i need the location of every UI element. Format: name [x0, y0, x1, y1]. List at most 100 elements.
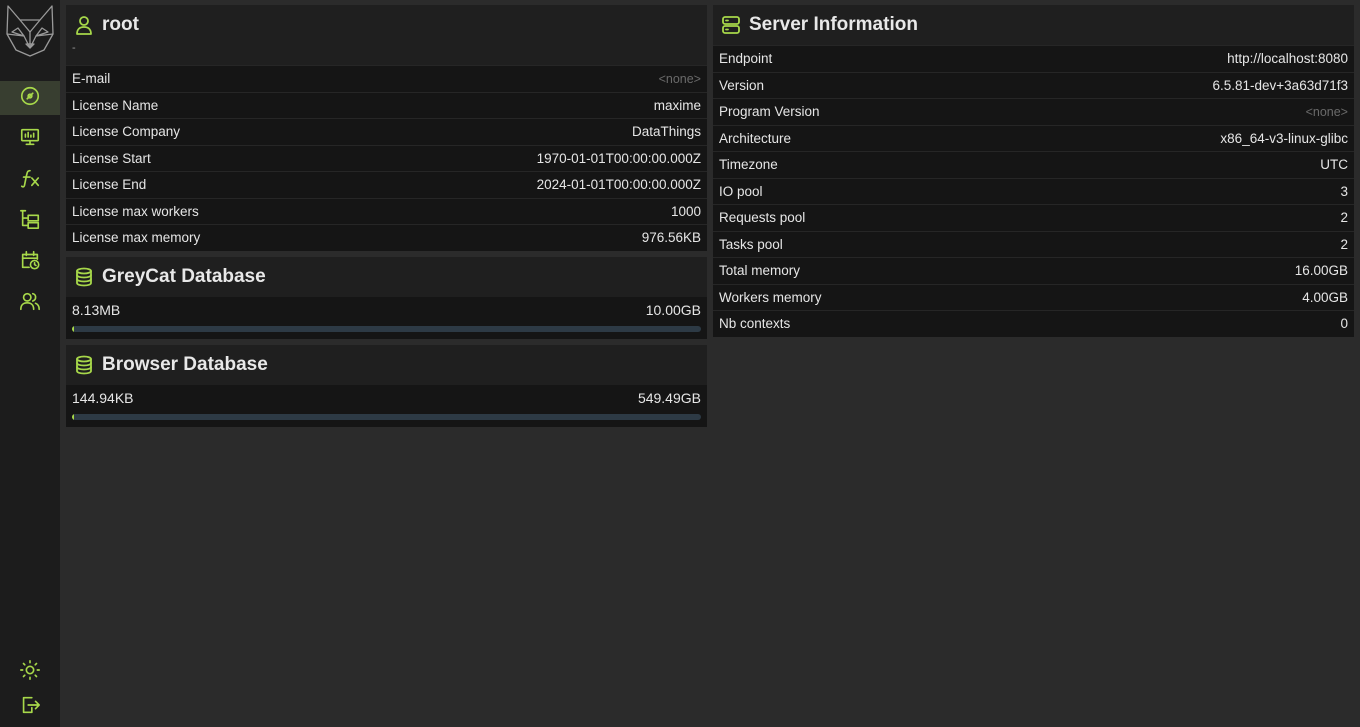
table-row: IO pool 3 [713, 177, 1354, 204]
user-card: root - E-mail <none> License Name maxime L… [66, 5, 707, 251]
row-label: Program Version [719, 104, 820, 120]
browser-db-used: 144.94KB [72, 390, 134, 406]
greycat-db-used: 8.13MB [72, 302, 121, 318]
row-label: License Start [72, 150, 151, 166]
nav-logout[interactable] [0, 690, 60, 724]
row-label: License Name [72, 97, 159, 113]
row-label: Requests pool [719, 210, 806, 226]
row-value: <none> [658, 71, 701, 86]
server-info-title: Server Information [749, 14, 918, 35]
nav-users[interactable] [0, 286, 60, 320]
row-label: License max workers [72, 203, 199, 219]
row-value: 0 [1340, 316, 1348, 332]
table-row: E-mail <none> [66, 65, 707, 92]
nav-scheduler[interactable] [0, 245, 60, 279]
function-icon [19, 167, 41, 194]
database-icon [74, 267, 94, 287]
browser-db-card: Browser Database 144.94KB 549.49GB [66, 345, 707, 427]
nav-monitor[interactable] [0, 122, 60, 156]
logout-icon [19, 694, 41, 721]
dashboard-icon [19, 85, 41, 112]
calendar-clock-icon [19, 249, 41, 276]
row-label: Total memory [719, 263, 801, 279]
row-value: <none> [1305, 104, 1348, 119]
tree-icon [19, 208, 41, 235]
user-info-table: E-mail <none> License Name maxime License … [66, 65, 707, 251]
table-row: Version 6.5.81-dev+3a63d71f3 [713, 71, 1354, 98]
user-name: root [102, 14, 139, 35]
row-label: Version [719, 77, 765, 93]
row-value: http://localhost:8080 [1227, 51, 1348, 67]
server-info-header: Server Information [713, 5, 1354, 45]
greycat-db-card: GreyCat Database 8.13MB 10.00GB [66, 257, 707, 339]
row-label: IO pool [719, 183, 763, 199]
table-row: Program Version <none> [713, 98, 1354, 125]
table-row: Timezone UTC [713, 151, 1354, 178]
row-label: Tasks pool [719, 236, 783, 252]
sidebar [0, 0, 60, 727]
browser-db-usage: 144.94KB 549.49GB [66, 385, 707, 427]
row-label: Workers memory [719, 289, 822, 305]
greycat-db-progress [72, 326, 701, 332]
table-row: License Name maxime [66, 91, 707, 118]
row-value: 2024-01-01T00:00:00.000Z [536, 177, 701, 193]
table-row: Workers memory 4.00GB [713, 283, 1354, 310]
greycat-db-progress-fill [72, 326, 74, 332]
row-label: License End [72, 177, 147, 193]
row-label: Nb contexts [719, 316, 791, 332]
table-row: Nb contexts 0 [713, 310, 1354, 337]
row-label: License max memory [72, 230, 201, 246]
row-value: 4.00GB [1302, 289, 1348, 305]
user-card-header: root [66, 5, 707, 45]
row-label: Timezone [719, 157, 778, 173]
monitor-icon [19, 126, 41, 153]
server-icon [721, 15, 741, 35]
nav-functions[interactable] [0, 163, 60, 197]
row-value: maxime [653, 97, 701, 113]
user-subtitle: - [72, 42, 76, 54]
table-row: License Start 1970-01-01T00:00:00.000Z [66, 144, 707, 171]
row-label: License Company [72, 124, 181, 140]
row-label: Endpoint [719, 51, 773, 67]
row-value: 976.56KB [641, 230, 701, 246]
table-row: Requests pool 2 [713, 204, 1354, 231]
user-icon [74, 15, 94, 35]
server-info-table: Endpoint http://localhost:8080 Version 6.5… [713, 45, 1354, 337]
sun-icon [19, 659, 41, 686]
database-icon [74, 355, 94, 375]
users-icon [19, 290, 41, 317]
browser-db-progress-fill [72, 414, 74, 420]
browser-db-header: Browser Database [66, 345, 707, 385]
row-value: 16.00GB [1294, 263, 1348, 279]
server-info-card: Server Information Endpoint http://localh… [713, 5, 1354, 337]
row-value: 6.5.81-dev+3a63d71f3 [1212, 77, 1349, 93]
table-row: Total memory 16.00GB [713, 257, 1354, 284]
table-row: License Company DataThings [66, 118, 707, 145]
greycat-db-header: GreyCat Database [66, 257, 707, 297]
table-row: License max workers 1000 [66, 197, 707, 224]
row-label: Architecture [719, 130, 792, 146]
row-value: 1970-01-01T00:00:00.000Z [536, 150, 701, 166]
row-value: 3 [1340, 183, 1348, 199]
nav-tree[interactable] [0, 204, 60, 238]
row-value: DataThings [631, 124, 701, 140]
row-value: 2 [1340, 210, 1348, 226]
table-row: Endpoint http://localhost:8080 [713, 45, 1354, 72]
nav-theme-toggle[interactable] [0, 655, 60, 689]
table-row: Architecture x86_64-v3-linux-glibc [713, 124, 1354, 151]
nav-dashboard[interactable] [0, 81, 60, 115]
table-row: License max memory 976.56KB [66, 224, 707, 251]
row-value: UTC [1320, 157, 1348, 173]
greycat-db-title: GreyCat Database [102, 266, 266, 287]
row-label: E-mail [72, 71, 111, 87]
browser-db-progress [72, 414, 701, 420]
greycat-db-usage: 8.13MB 10.00GB [66, 297, 707, 339]
table-row: License End 2024-01-01T00:00:00.000Z [66, 171, 707, 198]
table-row: Tasks pool 2 [713, 230, 1354, 257]
greycat-db-total: 10.00GB [645, 302, 701, 318]
row-value: 1000 [670, 203, 701, 219]
browser-db-title: Browser Database [102, 354, 268, 375]
row-value: 2 [1340, 236, 1348, 252]
row-value: x86_64-v3-linux-glibc [1220, 130, 1348, 146]
cat-logo-icon[interactable] [4, 4, 56, 58]
